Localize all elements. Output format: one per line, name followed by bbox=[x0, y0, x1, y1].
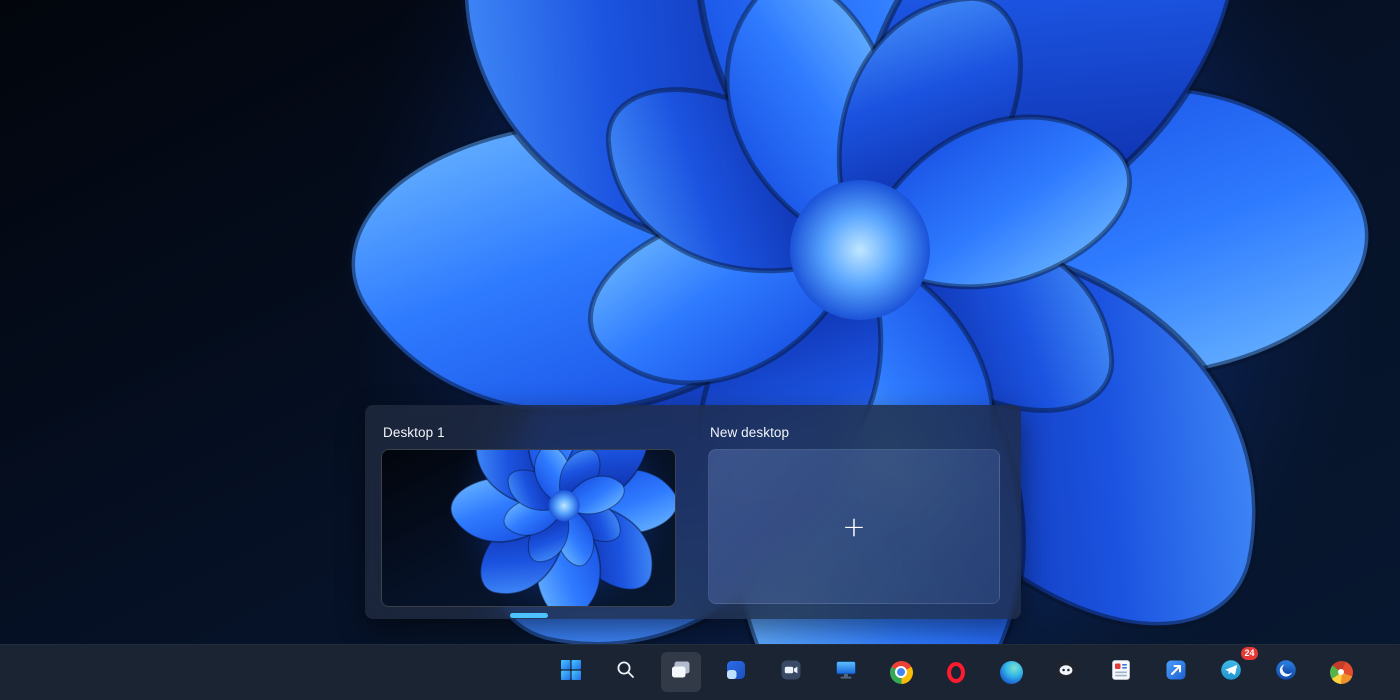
taskbar-icon-row: 24 bbox=[551, 647, 1361, 692]
active-desktop-indicator bbox=[509, 613, 548, 618]
new-desktop-label: New desktop bbox=[710, 425, 790, 440]
task-view-icon bbox=[669, 658, 693, 687]
desktop-tile-1[interactable]: Desktop 1 bbox=[381, 425, 676, 619]
discord-icon bbox=[1054, 658, 1078, 687]
document-icon bbox=[1109, 658, 1133, 687]
discord-button[interactable] bbox=[1046, 652, 1086, 692]
chrome-button[interactable] bbox=[881, 652, 921, 692]
new-desktop-button[interactable]: + bbox=[708, 449, 1000, 604]
search-icon bbox=[615, 659, 637, 686]
desktop-1-label: Desktop 1 bbox=[383, 425, 445, 440]
document-app-button[interactable] bbox=[1101, 652, 1141, 692]
desktop-1-thumbnail[interactable] bbox=[381, 449, 676, 607]
telegram-button[interactable]: 24 bbox=[1211, 647, 1258, 692]
widgets-button[interactable] bbox=[716, 652, 756, 692]
blue-app-button[interactable] bbox=[1156, 652, 1196, 692]
add-desktop-icon: + bbox=[842, 509, 866, 543]
widgets-icon bbox=[724, 658, 748, 687]
new-desktop-column: New desktop + bbox=[708, 425, 1000, 619]
windows-logo-icon bbox=[560, 659, 582, 686]
image-viewer-icon bbox=[1329, 660, 1353, 684]
display-app-button[interactable] bbox=[826, 652, 866, 692]
bird-app-button[interactable] bbox=[1266, 652, 1306, 692]
chat-button[interactable] bbox=[771, 652, 811, 692]
arrow-app-icon bbox=[1164, 658, 1188, 687]
task-view-flyout: Desktop 1 New desktop + bbox=[365, 405, 1021, 619]
image-viewer-button[interactable] bbox=[1321, 652, 1361, 692]
search-button[interactable] bbox=[606, 652, 646, 692]
video-chat-icon bbox=[779, 658, 803, 687]
edge-button[interactable] bbox=[991, 652, 1031, 692]
opera-browser-icon bbox=[947, 661, 965, 683]
start-button[interactable] bbox=[551, 652, 591, 692]
bird-app-icon bbox=[1274, 658, 1298, 687]
taskbar: 24 bbox=[0, 644, 1400, 700]
chrome-browser-icon bbox=[889, 660, 913, 684]
monitor-icon bbox=[834, 658, 858, 687]
telegram-icon bbox=[1219, 658, 1243, 687]
task-view-button[interactable] bbox=[661, 652, 701, 692]
opera-button[interactable] bbox=[936, 652, 976, 692]
unread-badge: 24 bbox=[1240, 647, 1258, 660]
edge-browser-icon bbox=[999, 660, 1023, 684]
